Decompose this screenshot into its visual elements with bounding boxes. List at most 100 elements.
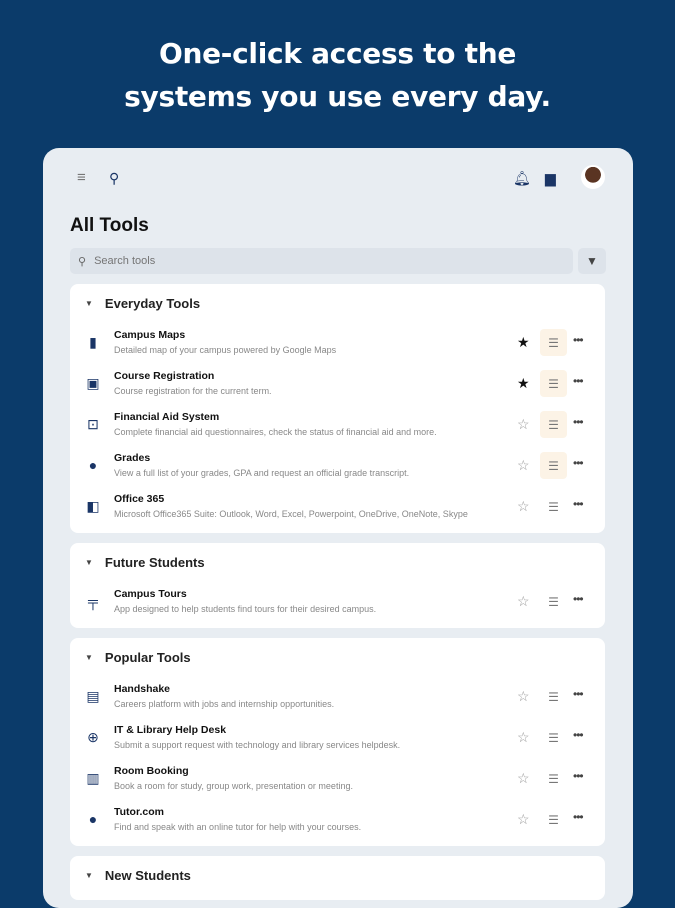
page-title: All Tools <box>70 215 149 236</box>
more-options-icon[interactable]: ••• <box>573 810 584 824</box>
star-filled-icon[interactable]: ★ <box>517 375 530 391</box>
more-options-icon[interactable]: ••• <box>573 687 584 701</box>
building-icon: ▥ <box>86 770 100 786</box>
star-outline-icon[interactable]: ☆ <box>517 729 530 745</box>
job-search-icon: ▤ <box>86 688 100 704</box>
tool-row[interactable]: ▣ Course Registration Course registratio… <box>70 363 605 404</box>
tool-description: Submit a support request with technology… <box>114 740 401 750</box>
tool-description: Careers platform with jobs and internshi… <box>114 699 335 709</box>
chat-icon[interactable]: ▆ <box>545 168 556 188</box>
star-outline-icon[interactable]: ☆ <box>517 688 530 704</box>
section-title: New Students <box>104 867 191 883</box>
more-options-icon[interactable]: ••• <box>573 728 584 742</box>
tool-row[interactable]: ◧ Office 365 Microsoft Office365 Suite: … <box>70 486 605 527</box>
more-options-icon[interactable]: ••• <box>573 333 584 347</box>
search-input[interactable] <box>94 255 237 267</box>
playlist-add-icon[interactable]: ☰ <box>540 724 567 751</box>
search-bar[interactable]: ⚲ <box>70 248 573 274</box>
monitor-icon: ▣ <box>86 375 100 391</box>
search-icon[interactable]: ⚲ <box>109 168 119 188</box>
playlist-add-icon[interactable]: ☰ <box>540 329 567 356</box>
more-options-icon[interactable]: ••• <box>573 769 584 783</box>
filter-button[interactable]: ▼ <box>578 248 606 274</box>
star-outline-icon[interactable]: ☆ <box>517 498 530 514</box>
playlist-add-icon[interactable]: ☰ <box>540 683 567 710</box>
tool-name[interactable]: IT & Library Help Desk <box>114 724 226 736</box>
headline: One-click access to the systems you use … <box>0 32 675 118</box>
headline-line-2: systems you use every day. <box>124 80 551 113</box>
playlist-add-icon[interactable]: ☰ <box>540 588 567 615</box>
tool-description: Find and speak with an online tutor for … <box>114 822 362 832</box>
tool-description: Course registration for the current term… <box>114 386 272 396</box>
playlist-add-icon[interactable]: ☰ <box>540 411 567 438</box>
section-future-students: ▼ Future Students ╤ Campus Tours App desig… <box>70 543 605 628</box>
section-header[interactable]: ▼ Popular Tools <box>70 638 605 676</box>
tutor-icon: ● <box>88 811 98 827</box>
money-icon: ⊡ <box>87 416 99 432</box>
playlist-add-icon[interactable]: ☰ <box>540 765 567 792</box>
tool-description: App designed to help students find tours… <box>114 604 377 614</box>
tool-row[interactable]: ⊡ Financial Aid System Complete financia… <box>70 404 605 445</box>
caret-down-icon[interactable]: ▼ <box>85 653 93 662</box>
section-header[interactable]: ▼ New Students <box>70 856 605 894</box>
caret-down-icon[interactable]: ▼ <box>85 299 93 308</box>
playlist-add-icon[interactable]: ☰ <box>540 493 567 520</box>
section-title: Popular Tools <box>104 649 191 665</box>
more-options-icon[interactable]: ••• <box>573 456 584 470</box>
section-everyday-tools: ▼ Everyday Tools ▮ Campus Maps Detailed ma… <box>70 284 605 533</box>
section-new-students: ▼ New Students <box>70 856 605 900</box>
star-filled-icon[interactable]: ★ <box>517 334 530 350</box>
section-title: Future Students <box>104 554 205 570</box>
caret-down-icon[interactable]: ▼ <box>85 558 93 567</box>
star-outline-icon[interactable]: ☆ <box>517 811 530 827</box>
tool-row[interactable]: ▥ Room Booking Book a room for study, gr… <box>70 758 605 799</box>
playlist-add-icon[interactable]: ☰ <box>540 806 567 833</box>
more-options-icon[interactable]: ••• <box>573 592 584 606</box>
verified-icon: ● <box>88 457 98 473</box>
tool-name[interactable]: Office 365 <box>114 493 164 505</box>
tool-description: Complete financial aid questionnaires, c… <box>114 427 437 437</box>
section-header[interactable]: ▼ Everyday Tools <box>70 284 605 322</box>
more-options-icon[interactable]: ••• <box>573 374 584 388</box>
tool-name[interactable]: Grades <box>114 452 150 464</box>
star-outline-icon[interactable]: ☆ <box>517 416 530 432</box>
tool-name[interactable]: Campus Maps <box>114 329 185 341</box>
tool-description: Detailed map of your campus powered by G… <box>114 345 337 355</box>
more-options-icon[interactable]: ••• <box>573 497 584 511</box>
tool-row[interactable]: ● Grades View a full list of your grades… <box>70 445 605 486</box>
tool-row[interactable]: ● Tutor.com Find and speak with an onlin… <box>70 799 605 840</box>
tool-sections: ▼ Everyday Tools ▮ Campus Maps Detailed ma… <box>70 284 605 908</box>
tool-row[interactable]: ▤ Handshake Careers platform with jobs a… <box>70 676 605 717</box>
tool-description: View a full list of your grades, GPA and… <box>114 468 410 478</box>
avatar[interactable] <box>581 165 605 189</box>
map-icon: ▮ <box>89 334 97 350</box>
caret-down-icon[interactable]: ▼ <box>85 871 93 880</box>
star-outline-icon[interactable]: ☆ <box>517 593 530 609</box>
tool-description: Book a room for study, group work, prese… <box>114 781 353 791</box>
tool-row[interactable]: ╤ Campus Tours App designed to help stud… <box>70 581 605 622</box>
filter-icon: ▼ <box>586 254 598 268</box>
signpost-icon: ╤ <box>88 593 98 609</box>
top-bar: ≡ ⚲ 🔔︎ ▆ <box>43 168 633 188</box>
star-outline-icon[interactable]: ☆ <box>517 457 530 473</box>
section-header[interactable]: ▼ Future Students <box>70 543 605 581</box>
tool-row[interactable]: ▮ Campus Maps Detailed map of your campu… <box>70 322 605 363</box>
tool-name[interactable]: Room Booking <box>114 765 189 777</box>
office-icon: ◧ <box>86 498 100 514</box>
tool-name[interactable]: Financial Aid System <box>114 411 219 423</box>
playlist-add-icon[interactable]: ☰ <box>540 370 567 397</box>
section-title: Everyday Tools <box>104 295 201 311</box>
tool-row[interactable]: ⊕ IT & Library Help Desk Submit a suppor… <box>70 717 605 758</box>
app-frame: ≡ ⚲ 🔔︎ ▆ All Tools ⚲ ▼ ▼ Everyday Tools ▮ … <box>43 148 633 908</box>
tool-name[interactable]: Course Registration <box>114 370 214 382</box>
star-outline-icon[interactable]: ☆ <box>517 770 530 786</box>
tool-name[interactable]: Handshake <box>114 683 170 695</box>
more-options-icon[interactable]: ••• <box>573 415 584 429</box>
tool-name[interactable]: Tutor.com <box>114 806 164 818</box>
bell-icon[interactable]: 🔔︎ <box>513 168 531 188</box>
tool-name[interactable]: Campus Tours <box>114 588 187 600</box>
playlist-add-icon[interactable]: ☰ <box>540 452 567 479</box>
tool-description: Microsoft Office365 Suite: Outlook, Word… <box>114 509 468 519</box>
lifebuoy-icon: ⊕ <box>87 729 99 745</box>
menu-icon[interactable]: ≡ <box>77 168 86 188</box>
